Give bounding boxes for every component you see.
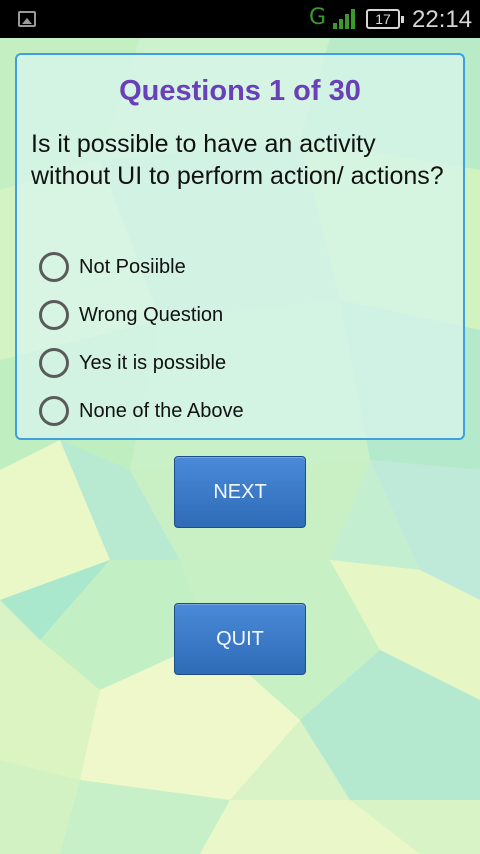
image-notification-icon (18, 11, 36, 27)
radio-button[interactable] (39, 348, 69, 378)
question-counter: Questions 1 of 30 (119, 75, 361, 107)
option-wrong-question[interactable]: Wrong Question (39, 291, 439, 339)
answer-options: Not Posiible Wrong Question Yes it is po… (39, 243, 439, 435)
option-label: Wrong Question (79, 303, 224, 326)
option-yes-possible[interactable]: Yes it is possible (39, 339, 439, 387)
next-button[interactable]: NEXT (174, 456, 306, 528)
option-none-of-the-above[interactable]: None of the Above (39, 387, 439, 435)
battery-icon: 17 (366, 9, 404, 29)
option-label: Not Posiible (79, 255, 186, 278)
radio-button[interactable] (39, 252, 69, 282)
status-time: 22:14 (412, 6, 473, 33)
option-label: None of the Above (79, 399, 244, 422)
question-text: Is it possible to have an activity witho… (31, 130, 444, 190)
option-not-posiible[interactable]: Not Posiible (39, 243, 439, 291)
network-type-indicator: G (309, 5, 327, 30)
status-bar: G 17 22:14 (0, 0, 480, 38)
signal-strength-icon (333, 9, 355, 29)
radio-button[interactable] (39, 300, 69, 330)
option-label: Yes it is possible (79, 351, 227, 374)
question-card: Questions 1 of 30 Is it possible to have… (15, 53, 465, 440)
quit-button[interactable]: QUIT (174, 603, 306, 675)
radio-button[interactable] (39, 396, 69, 426)
